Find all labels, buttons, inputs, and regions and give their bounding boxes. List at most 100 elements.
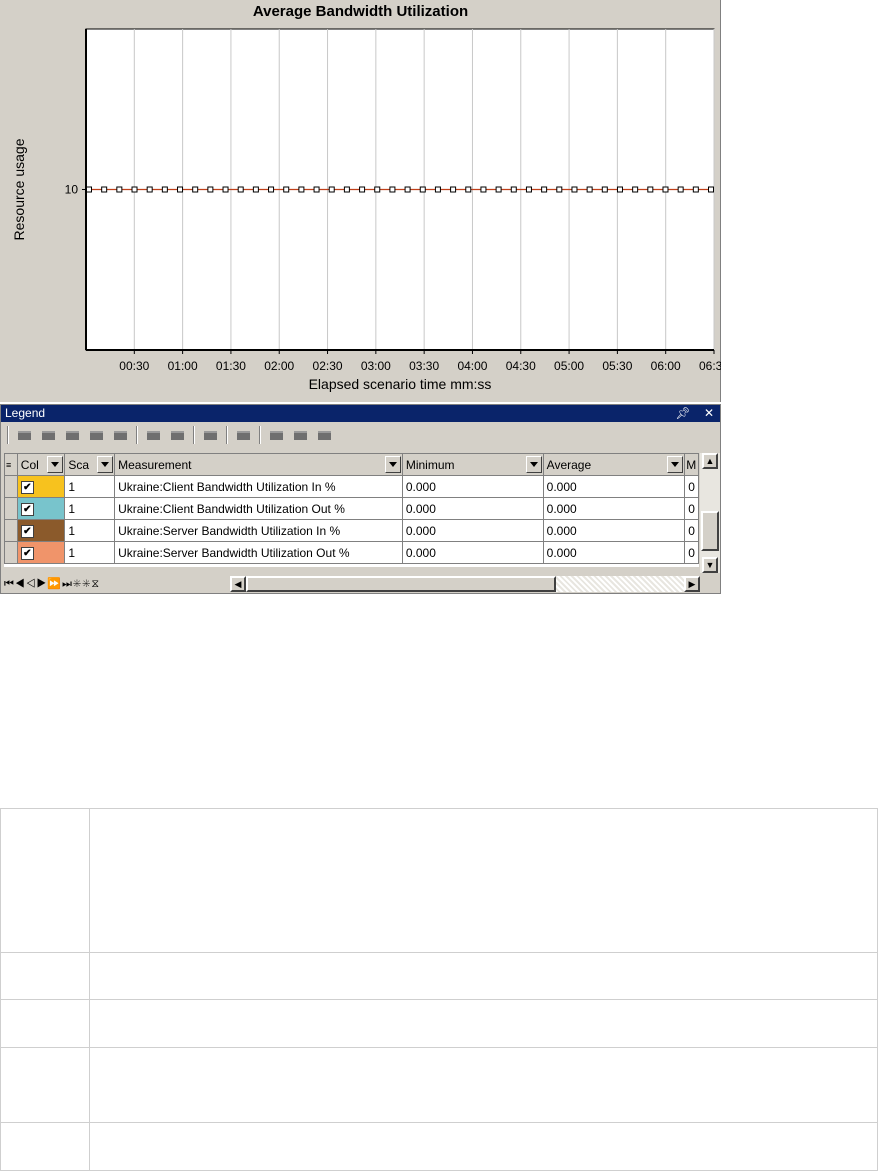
x-axis-label: Elapsed scenario time mm:ss [309,376,492,392]
scroll-right-button[interactable]: ▶ [684,576,700,592]
series-point [601,186,608,193]
column-header-average[interactable]: Average [542,453,686,476]
toolbar-button[interactable] [112,428,129,442]
column-header-minimum[interactable]: Minimum [401,453,544,476]
scroll-up-button[interactable]: ▲ [702,453,718,469]
x-tick-label: 01:30 [216,359,246,373]
column-header-extra[interactable]: M [684,453,699,476]
pin-icon[interactable]: 📌︎ [675,406,690,420]
chevron-down-icon[interactable] [384,456,401,473]
average-cell: 0.000 [542,541,686,564]
x-tick-label: 05:30 [602,359,632,373]
toolbar-button[interactable] [145,428,162,442]
extra-cell: 0 [684,519,699,542]
series-point [328,186,335,193]
toolbar-button[interactable] [316,428,333,442]
chevron-down-icon[interactable] [667,456,684,473]
series-point [632,186,639,193]
x-tick-label: 04:30 [506,359,536,373]
series-point [343,186,350,193]
scroll-thumb[interactable] [246,576,556,592]
series-point [192,186,199,193]
scroll-thumb[interactable] [701,511,719,551]
table-row[interactable]: ✔ 1 Ukraine:Client Bandwidth Utilization I… [4,475,699,498]
table-row[interactable]: ✔ 1 Ukraine:Server Bandwidth Utilization O… [4,541,699,564]
series-point [586,186,593,193]
scroll-left-button[interactable]: ◀ [230,576,246,592]
chevron-down-icon[interactable] [47,456,64,473]
toolbar-button[interactable] [40,428,57,442]
row-selector-cell [4,541,18,564]
chevron-down-icon[interactable] [97,456,114,473]
series-point [252,186,259,193]
horizontal-scrollbar[interactable]: ◀ ▶ [230,576,700,592]
scale-cell: 1 [64,475,116,498]
series-point [222,186,229,193]
toolbar-separator [226,426,228,444]
visibility-checkbox[interactable]: ✔ [20,503,34,516]
table-row [0,952,878,1000]
legend-panel: Legend 📌︎ ✕ ≡ Col Sca Measurement Minimu… [0,404,721,594]
toolbar-button[interactable] [235,428,252,442]
toolbar-button[interactable] [268,428,285,442]
document-table [0,808,878,1171]
row-selector-cell [4,519,18,542]
series-point [616,186,623,193]
legend-grid: ≡ Col Sca Measurement Minimum Average M … [4,453,699,567]
toolbar-separator [259,426,261,444]
series-point [116,186,123,193]
legend-titlebar: Legend 📌︎ ✕ [1,405,720,422]
minimum-cell: 0.000 [401,475,544,498]
toolbar-button[interactable] [292,428,309,442]
scale-cell: 1 [64,541,116,564]
series-point [465,186,472,193]
column-header-color[interactable]: Col [16,453,66,476]
series-point [283,186,290,193]
series-point [359,186,366,193]
toolbar-button[interactable] [169,428,186,442]
column-header-measurement[interactable]: Measurement [114,453,403,476]
row-selector-cell [4,475,18,498]
color-cell[interactable]: ✔ [16,475,66,498]
close-icon[interactable]: ✕ [704,406,714,420]
record-navigation-icons[interactable]: ⏮◀◁▶⏩⏭✳✳⧖ [1,577,169,591]
scroll-down-button[interactable]: ▼ [702,557,718,573]
row-selector-header[interactable]: ≡ [4,453,18,476]
series-point [662,186,669,193]
table-row[interactable]: ✔ 1 Ukraine:Server Bandwidth Utilization I… [4,519,699,542]
extra-cell: 0 [684,475,699,498]
measurement-cell: Ukraine:Server Bandwidth Utilization Out… [114,541,403,564]
visibility-checkbox[interactable]: ✔ [20,481,34,494]
visibility-checkbox[interactable]: ✔ [20,547,34,560]
minimum-cell: 0.000 [401,541,544,564]
toolbar-button[interactable] [16,428,33,442]
series-point [450,186,457,193]
chevron-down-icon[interactable] [525,456,542,473]
vertical-scrollbar[interactable]: ▲ ▼ [700,453,720,573]
color-cell[interactable]: ✔ [16,519,66,542]
table-row[interactable]: ✔ 1 Ukraine:Client Bandwidth Utilization O… [4,497,699,520]
toolbar-button[interactable] [64,428,81,442]
series-point [434,186,441,193]
extra-cell: 0 [684,497,699,520]
series-point [677,186,684,193]
toolbar-separator [193,426,195,444]
minimum-cell: 0.000 [401,497,544,520]
series-point [692,186,699,193]
toolbar-button[interactable] [88,428,105,442]
color-cell[interactable]: ✔ [16,541,66,564]
scale-cell: 1 [64,519,116,542]
row-selector-cell [4,497,18,520]
series-point [389,186,396,193]
measurement-cell: Ukraine:Client Bandwidth Utilization In … [114,475,403,498]
chart-svg: 00:30 01:00 01:30 02:00 02:30 03:00 03:30 04:00… [11,28,721,392]
color-cell[interactable]: ✔ [16,497,66,520]
column-header-scale[interactable]: Sca [64,453,116,476]
visibility-checkbox[interactable]: ✔ [20,525,34,538]
toolbar-button[interactable] [202,428,219,442]
x-tick-label: 04:00 [457,359,487,373]
series-point [86,186,92,193]
series-point [419,186,426,193]
series-point [647,186,654,193]
x-tick-label: 05:00 [554,359,584,373]
